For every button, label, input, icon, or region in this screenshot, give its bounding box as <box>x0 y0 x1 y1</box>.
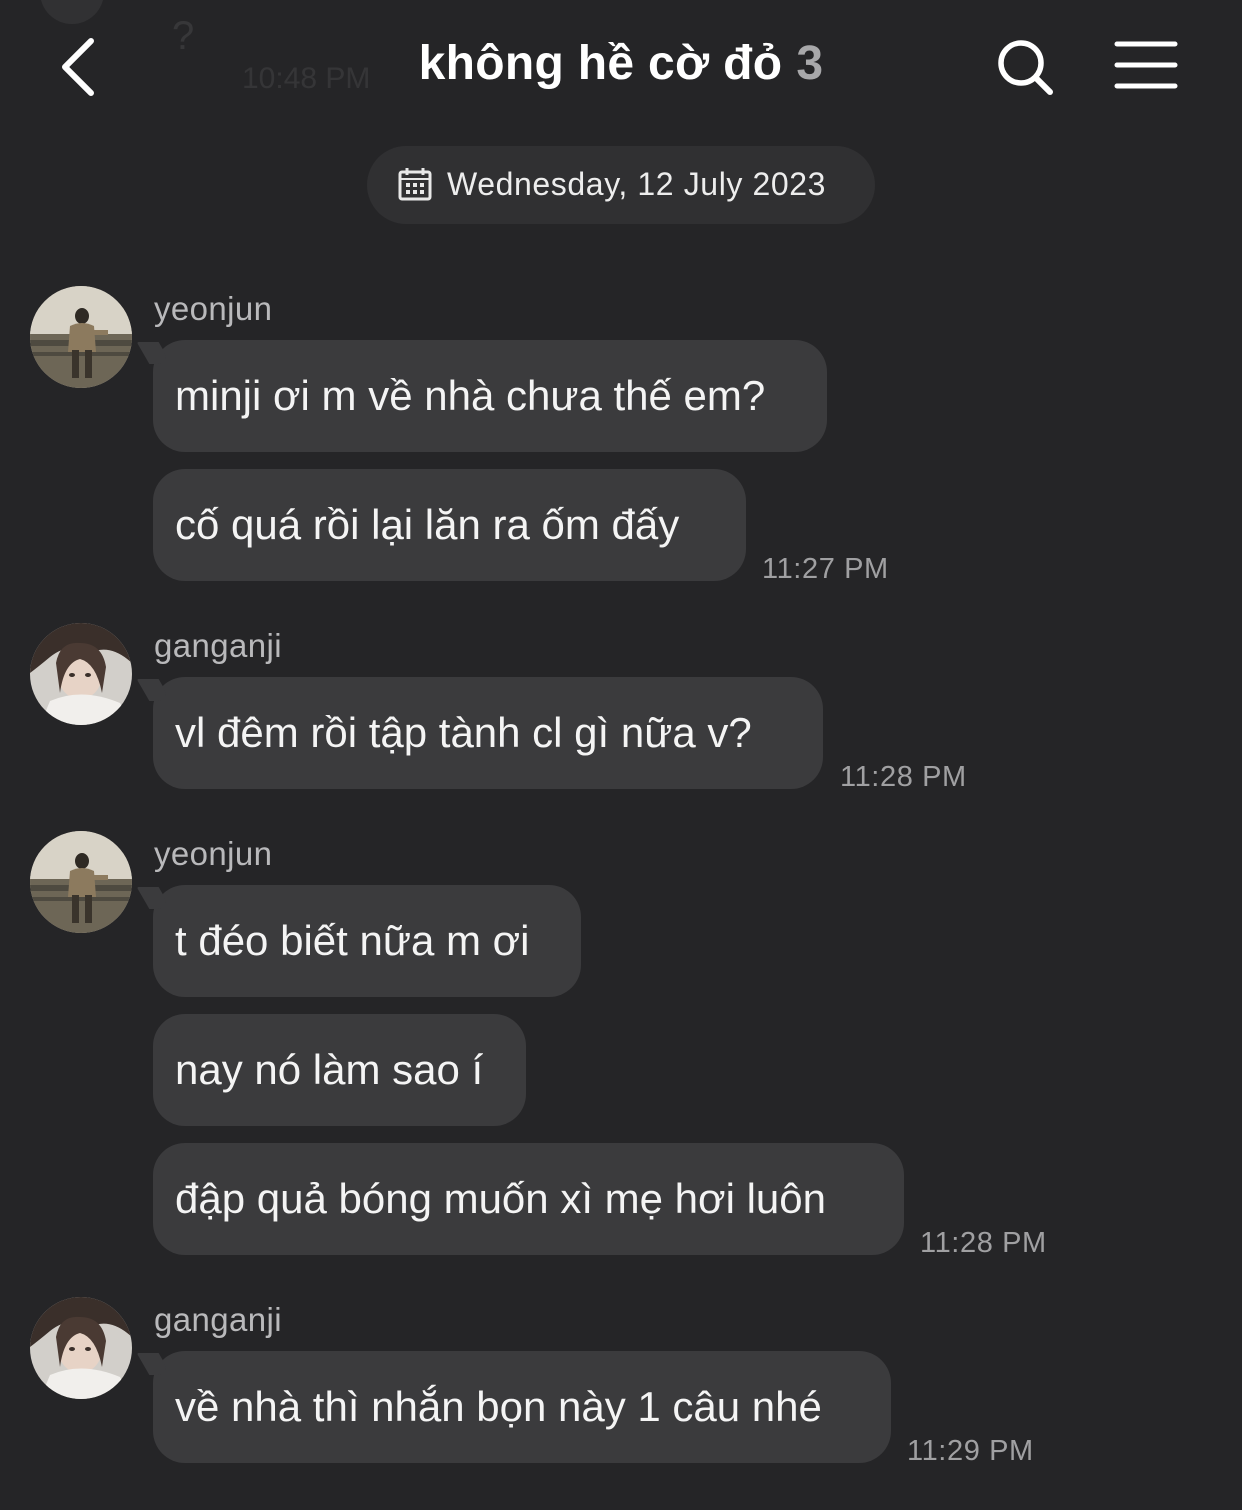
avatar-yeonjun[interactable] <box>30 831 132 933</box>
sender-name: ganganji <box>154 627 282 664</box>
member-count: 3 <box>796 37 824 90</box>
message-bubble[interactable]: nay nó làm sao í <box>153 1014 526 1126</box>
chevron-left-icon <box>62 38 94 96</box>
message-time: 11:28 PM <box>920 1227 1047 1259</box>
avatar-ganganji[interactable] <box>30 623 132 725</box>
message-bubble[interactable]: đập quả bóng muốn xì mẹ hơi luôn <box>153 1143 904 1255</box>
message-bubble[interactable]: minji ơi m về nhà chưa thế em? <box>153 340 827 452</box>
sender-name: ganganji <box>154 1301 282 1338</box>
back-button[interactable] <box>48 30 118 104</box>
calendar-icon <box>398 168 432 201</box>
message-time: 11:28 PM <box>840 761 967 793</box>
message-bubble[interactable]: về nhà thì nhắn bọn này 1 câu nhé <box>153 1351 891 1463</box>
avatar-yeonjun[interactable] <box>30 286 132 388</box>
message-time: 11:27 PM <box>762 553 889 585</box>
chat-header: không hề cờ đỏ 3 <box>0 0 1242 130</box>
message-time: 11:29 PM <box>907 1435 1034 1467</box>
message-bubble[interactable]: cố quá rồi lại lăn ra ốm đấy <box>153 469 746 581</box>
search-icon <box>998 40 1053 95</box>
avatar-ganganji[interactable] <box>30 1297 132 1399</box>
date-divider: Wednesday, 12 July 2023 <box>367 146 875 224</box>
group-name: không hề cờ đỏ <box>418 37 783 90</box>
message-bubble[interactable]: vl đêm rồi tập tành cl gì nữa v? <box>153 677 823 789</box>
hamburger-menu-icon <box>1114 41 1178 89</box>
sender-name: yeonjun <box>154 835 273 872</box>
date-label: Wednesday, 12 July 2023 <box>447 166 827 202</box>
sender-name: yeonjun <box>154 290 273 327</box>
menu-button[interactable] <box>1108 34 1184 98</box>
message-bubble[interactable]: t đéo biết nữa m ơi <box>153 885 581 997</box>
search-button[interactable] <box>990 32 1062 104</box>
